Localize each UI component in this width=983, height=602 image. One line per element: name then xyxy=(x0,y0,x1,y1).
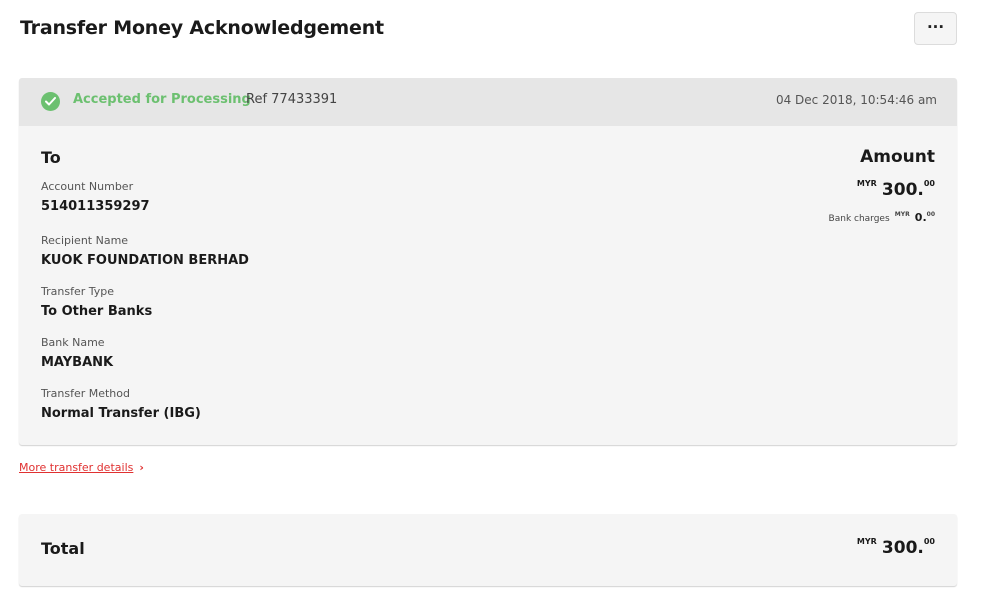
amount-decimal: 00 xyxy=(923,179,935,188)
page-title: Transfer Money Acknowledgement xyxy=(20,17,384,39)
more-transfer-details-link[interactable]: More transfer details › xyxy=(19,461,144,474)
chevron-right-icon: › xyxy=(139,461,144,474)
bank-name-value: MAYBANK xyxy=(41,355,114,370)
total-amount: MYR 300.00 xyxy=(857,537,935,558)
transfer-amount: MYR 300.00 xyxy=(857,179,935,200)
amount-heading: Amount xyxy=(860,147,935,167)
more-transfer-details-label[interactable]: More transfer details xyxy=(19,461,133,474)
bank-name-label: Bank Name xyxy=(41,336,105,349)
bank-charges-decimal: 00 xyxy=(926,211,935,218)
transfer-details-card: Accepted for Processing Ref 77433391 04 … xyxy=(19,78,957,445)
reference-number: Ref 77433391 xyxy=(246,92,338,107)
recipient-name-label: Recipient Name xyxy=(41,234,129,247)
transfer-method-value: Normal Transfer (IBG) xyxy=(41,406,201,421)
total-label: Total xyxy=(41,539,85,558)
recipient-name-value: KUOK FOUNDATION BERHAD xyxy=(41,253,249,268)
transfer-type-label: Transfer Type xyxy=(41,285,114,298)
transaction-datetime: 04 Dec 2018, 10:54:46 am xyxy=(775,93,937,107)
account-number-value: 514011359297 xyxy=(41,199,150,214)
bank-charges-label: Bank charges xyxy=(828,214,890,224)
bank-charges-integer: 0. xyxy=(914,211,927,224)
total-decimal: 00 xyxy=(923,537,935,546)
total-card: Total MYR 300.00 xyxy=(19,514,957,586)
status-bar: Accepted for Processing Ref 77433391 04 … xyxy=(19,78,957,126)
transfer-method-label: Transfer Method xyxy=(41,387,130,400)
bank-charges: Bank charges MYR 0.00 xyxy=(829,206,935,225)
to-heading: To xyxy=(41,148,61,167)
total-currency: MYR xyxy=(856,537,877,546)
total-integer: 300. xyxy=(881,538,924,558)
amount-integer: 300. xyxy=(881,180,924,200)
check-circle-icon xyxy=(41,92,60,111)
more-options-button[interactable]: ··· xyxy=(914,12,957,45)
amount-currency: MYR xyxy=(856,179,877,188)
transfer-type-value: To Other Banks xyxy=(41,304,153,319)
account-number-label: Account Number xyxy=(41,180,134,193)
status-label: Accepted for Processing xyxy=(73,92,251,107)
bank-charges-currency: MYR xyxy=(894,211,910,218)
